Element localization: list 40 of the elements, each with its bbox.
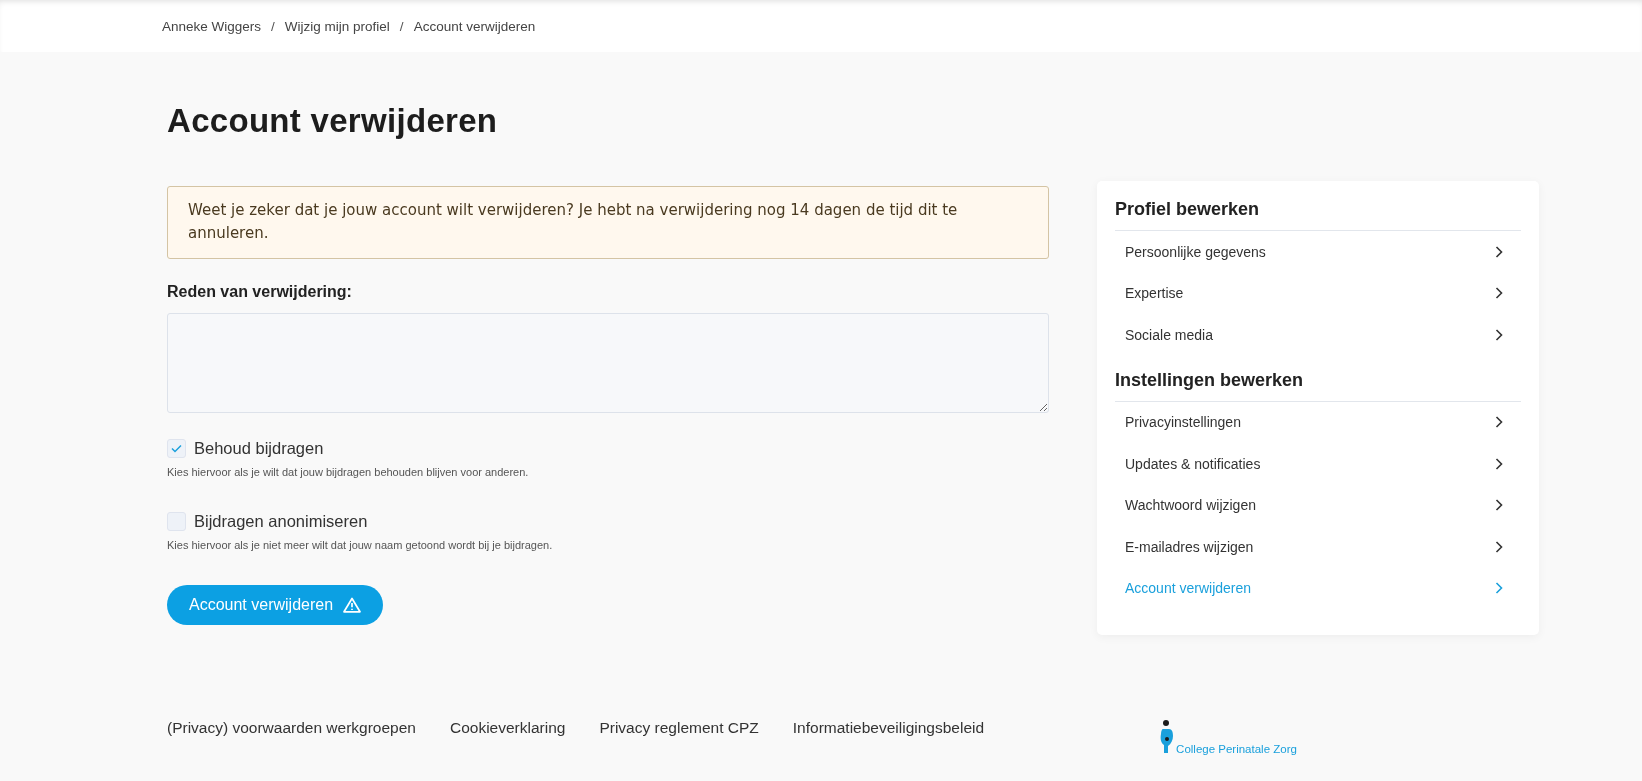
footer-link[interactable]: (Privacy) voorwaarden werkgroepen (167, 719, 416, 737)
person-logo-icon (1158, 719, 1175, 755)
chevron-right-icon (1495, 582, 1503, 595)
checkbox[interactable] (167, 511, 186, 531)
checkbox-label[interactable]: Behoud bijdragen (194, 438, 324, 458)
logo-text: College Perinatale Zorg (1176, 743, 1297, 755)
checkmark-icon (171, 443, 182, 453)
warning-alert: Weet je zeker dat je jouw account wilt verwijderen? Je hebt na verwijdering nog 14 dagen de tijd dit te annuleren. (167, 186, 1049, 259)
breadcrumb-separator: / (399, 18, 404, 34)
sidebar-item[interactable]: Persoonlijke gegevens (1115, 231, 1521, 273)
reason-textarea[interactable] (167, 312, 1049, 413)
help-text: Kies hiervoor als je niet meer wilt dat jouw naam getoond wordt bij je bijdragen. (167, 538, 554, 551)
page-title: Account verwijderen (167, 102, 499, 140)
sidebar-item[interactable]: Expertise (1115, 272, 1521, 314)
chevron-right-icon (1495, 457, 1503, 470)
breadcrumb-link[interactable]: Wijzig mijn profiel (284, 18, 390, 34)
chevron-right-icon (1495, 540, 1503, 553)
chevron-right-icon (1495, 416, 1503, 429)
sidebar-item[interactable]: Sociale media (1115, 314, 1521, 356)
section-heading: Instellingen bewerken (1115, 365, 1521, 402)
footer-link[interactable]: Informatiebeveiligingsbeleid (792, 719, 985, 737)
sidebar-item[interactable]: Wachtwoord wijzigen (1115, 484, 1521, 526)
breadcrumb-separator: / (271, 18, 275, 34)
breadcrumb-link[interactable]: Account verwijderen (413, 18, 536, 34)
checkbox[interactable] (167, 438, 186, 458)
sidebar-item[interactable]: Updates & notificaties (1115, 443, 1521, 485)
sidebar-item[interactable]: E-mailadres wijzigen (1115, 526, 1521, 568)
breadcrumb-link[interactable]: Anneke Wiggers (162, 18, 262, 34)
sidebar-item[interactable]: Privacyinstellingen (1115, 401, 1521, 443)
chevron-right-icon (1495, 245, 1503, 258)
help-text: Kies hiervoor als je wilt dat jouw bijdragen behouden blijven voor anderen. (167, 465, 530, 478)
chevron-right-icon (1495, 328, 1503, 341)
section-heading: Profiel bewerken (1115, 195, 1521, 231)
footer-link[interactable]: Privacy reglement CPZ (599, 719, 759, 737)
warning-icon (343, 596, 362, 613)
chevron-right-icon (1495, 499, 1503, 512)
checkbox-label[interactable]: Bijdragen anonimiseren (194, 511, 368, 531)
chevron-right-icon (1495, 287, 1503, 300)
footer-link[interactable]: Cookieverklaring (449, 719, 566, 737)
field-label: Reden van verwijdering: (167, 282, 353, 301)
